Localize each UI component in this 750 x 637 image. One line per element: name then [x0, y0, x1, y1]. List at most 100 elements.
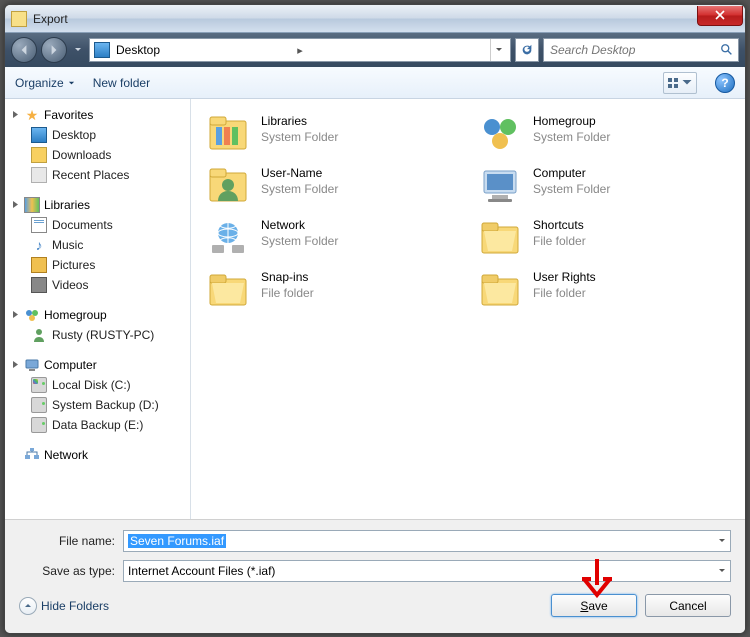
tree-item-label: Desktop — [52, 128, 96, 142]
item-subtitle: System Folder — [533, 129, 610, 145]
item-subtitle: System Folder — [261, 181, 338, 197]
caret-icon — [11, 358, 20, 372]
videos-icon — [31, 277, 47, 293]
item-title: User-Name — [261, 165, 338, 181]
user-icon — [205, 165, 251, 205]
filetype-dropdown[interactable] — [714, 567, 730, 575]
computer-icon — [477, 165, 523, 205]
filename-dropdown[interactable] — [714, 537, 730, 545]
address-bar[interactable]: Desktop ▸ — [89, 38, 511, 62]
tree-item-drive-d[interactable]: System Backup (D:) — [5, 395, 190, 415]
tree-group-homegroup: Homegroup Rusty (RUSTY-PC) — [5, 305, 190, 345]
item-title: Homegroup — [533, 113, 610, 129]
drive-icon — [31, 417, 47, 433]
tree-item-pictures[interactable]: Pictures — [5, 255, 190, 275]
navigation-tree[interactable]: ★ Favorites Desktop Downloads Recent Pla… — [5, 99, 191, 519]
address-dropdown[interactable] — [490, 39, 506, 61]
back-button[interactable] — [11, 37, 37, 63]
music-icon: ♪ — [31, 237, 47, 253]
tree-item-label: Pictures — [52, 258, 95, 272]
libraries-icon — [24, 197, 40, 213]
help-button[interactable]: ? — [715, 73, 735, 93]
tree-item-label: Rusty (RUSTY-PC) — [52, 328, 154, 342]
titlebar: Export — [5, 5, 745, 33]
save-button[interactable]: Save — [551, 594, 637, 617]
caret-icon — [11, 198, 20, 212]
filetype-value: Internet Account Files (*.iaf) — [124, 564, 714, 578]
tree-group-network: Network — [5, 445, 190, 465]
tree-item-videos[interactable]: Videos — [5, 275, 190, 295]
tree-item-music[interactable]: ♪ Music — [5, 235, 190, 255]
file-item[interactable]: HomegroupSystem Folder — [473, 109, 735, 157]
tree-header-favorites[interactable]: ★ Favorites — [5, 105, 190, 125]
file-item[interactable]: User-NameSystem Folder — [201, 161, 463, 209]
drive-icon — [31, 377, 47, 393]
tree-group-libraries: Libraries Documents ♪ Music Pictures Vide… — [5, 195, 190, 295]
breadcrumb-chevron-icon[interactable]: ▸ — [297, 44, 303, 57]
recent-icon — [31, 167, 47, 183]
tree-item-label: Data Backup (E:) — [52, 418, 143, 432]
refresh-button[interactable] — [515, 38, 539, 62]
view-options-button[interactable] — [663, 72, 697, 94]
file-item[interactable]: ComputerSystem Folder — [473, 161, 735, 209]
libraries-icon — [205, 113, 251, 153]
search-icon — [720, 43, 734, 57]
folder-icon — [205, 269, 251, 309]
cancel-button[interactable]: Cancel — [645, 594, 731, 617]
documents-icon — [31, 217, 47, 233]
search-input[interactable] — [548, 42, 716, 58]
filetype-combo[interactable]: Internet Account Files (*.iaf) — [123, 560, 731, 582]
tree-label: Libraries — [44, 198, 90, 212]
tree-item-drive-c[interactable]: Local Disk (C:) — [5, 375, 190, 395]
tree-item-label: Recent Places — [52, 168, 129, 182]
toolbar: Organize New folder ? — [5, 67, 745, 99]
tree-item-drive-e[interactable]: Data Backup (E:) — [5, 415, 190, 435]
computer-icon — [24, 357, 40, 373]
close-button[interactable] — [697, 6, 743, 26]
file-item[interactable]: Snap-insFile folder — [201, 265, 463, 313]
network-icon — [24, 447, 40, 463]
tree-item-desktop[interactable]: Desktop — [5, 125, 190, 145]
tree-header-libraries[interactable]: Libraries — [5, 195, 190, 215]
organize-menu[interactable]: Organize — [15, 76, 75, 90]
new-folder-button[interactable]: New folder — [93, 76, 150, 90]
filename-combo[interactable]: Seven Forums.iaf — [123, 530, 731, 552]
navbar: Desktop ▸ — [5, 33, 745, 67]
tree-header-homegroup[interactable]: Homegroup — [5, 305, 190, 325]
file-item[interactable]: User RightsFile folder — [473, 265, 735, 313]
file-item[interactable]: LibrariesSystem Folder — [201, 109, 463, 157]
file-item[interactable]: ShortcutsFile folder — [473, 213, 735, 261]
network-icon — [205, 217, 251, 257]
search-box[interactable] — [543, 38, 739, 62]
tree-item-label: Documents — [52, 218, 113, 232]
forward-button[interactable] — [41, 37, 67, 63]
tree-item-label: Music — [52, 238, 83, 252]
file-item[interactable]: NetworkSystem Folder — [201, 213, 463, 261]
dropdown-arrow-icon — [681, 77, 693, 89]
tree-item-rusty[interactable]: Rusty (RUSTY-PC) — [5, 325, 190, 345]
item-subtitle: System Folder — [261, 233, 338, 249]
tree-label: Favorites — [44, 108, 93, 122]
tree-label: Computer — [44, 358, 97, 372]
tree-header-network[interactable]: Network — [5, 445, 190, 465]
organize-label: Organize — [15, 76, 64, 90]
file-list[interactable]: LibrariesSystem FolderHomegroupSystem Fo… — [191, 99, 745, 519]
save-panel: File name: Seven Forums.iaf Save as type… — [5, 519, 745, 634]
chevron-up-icon — [19, 597, 37, 615]
tree-item-downloads[interactable]: Downloads — [5, 145, 190, 165]
tree-item-recent[interactable]: Recent Places — [5, 165, 190, 185]
star-icon: ★ — [24, 107, 40, 123]
tree-header-computer[interactable]: Computer — [5, 355, 190, 375]
item-title: Snap-ins — [261, 269, 314, 285]
window-title: Export — [33, 12, 697, 26]
desktop-icon — [94, 42, 110, 58]
tree-item-documents[interactable]: Documents — [5, 215, 190, 235]
filename-value: Seven Forums.iaf — [128, 534, 226, 548]
item-title: Network — [261, 217, 338, 233]
close-icon — [715, 10, 725, 20]
nav-history-dropdown[interactable] — [71, 46, 85, 54]
new-folder-label: New folder — [93, 76, 150, 90]
drive-icon — [31, 397, 47, 413]
hide-folders-link[interactable]: Hide Folders — [19, 597, 109, 615]
item-subtitle: System Folder — [533, 181, 610, 197]
